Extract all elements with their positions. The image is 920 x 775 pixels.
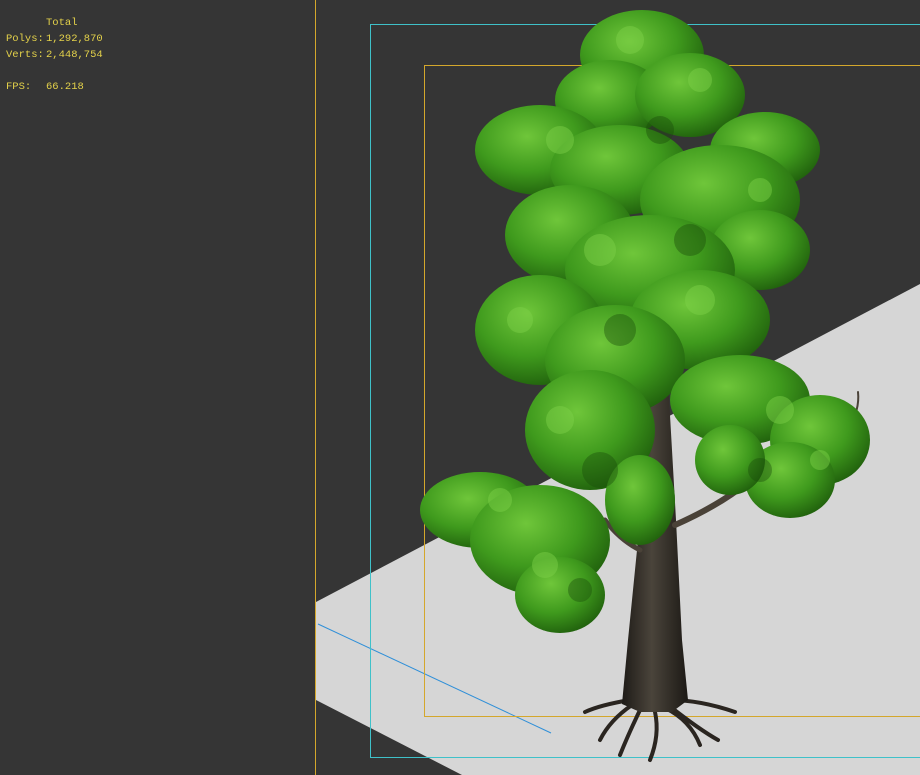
verts-label: Verts:	[6, 49, 44, 61]
viewport-canvas[interactable]	[0, 0, 920, 775]
polys-label: Polys:	[6, 33, 44, 45]
fps-value: 66.218	[46, 81, 84, 93]
statistics-overlay: Total Polys: 1,292,870 Verts: 2,448,754 FP…	[6, 15, 103, 95]
fps-label: FPS:	[6, 81, 32, 93]
stats-spacer	[6, 63, 103, 79]
verts-value: 2,448,754	[46, 49, 103, 61]
stats-fps-row: FPS: 66.218	[6, 79, 103, 95]
stats-polys-row: Polys: 1,292,870	[6, 31, 103, 47]
3d-viewport[interactable]	[0, 0, 920, 775]
stats-verts-row: Verts: 2,448,754	[6, 47, 103, 63]
stats-header-row: Total	[6, 15, 103, 31]
stats-header: Total	[46, 17, 78, 29]
polys-value: 1,292,870	[46, 33, 103, 45]
